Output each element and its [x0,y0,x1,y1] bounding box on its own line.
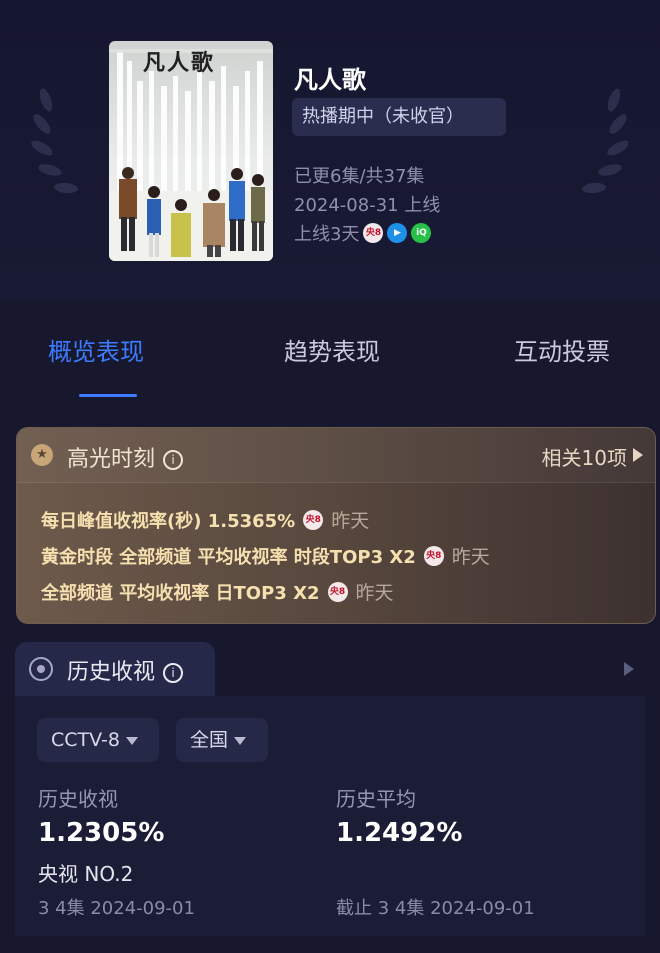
show-poster[interactable]: 凡人歌 [109,41,273,261]
episode-count: 已更6集/共37集 [294,166,425,187]
info-icon[interactable]: i [163,663,184,683]
highlight-item: 黄金时段 全部频道 平均收视率 时段TOP3 X2 央8 昨天 [41,542,490,569]
history-title-row: 历史收视 i [67,654,184,686]
caret-down-icon [125,736,138,745]
highlight-item-text: 每日峰值收视率(秒) 1.5365% [41,510,296,532]
history-average-value: 1.2492% [336,818,463,848]
iqiyi-icon[interactable]: iQ [411,223,432,243]
tab-overview[interactable]: 概览表现 [48,332,144,367]
cctv8-channel-icon[interactable]: 央8 [363,223,384,243]
star-badge-icon: ★ [31,444,53,466]
poster-title-art: 凡人歌 [143,50,216,76]
highlight-header: ★ 高光时刻 i 相关10项 [17,428,655,483]
highlight-title: 高光时刻 [67,447,156,472]
history-title: 历史收视 [67,660,156,685]
highlight-item-text: 全部频道 平均收视率 日TOP3 X2 [41,582,320,604]
history-rating-footnote: 3 4集 2024-09-01 [38,898,195,919]
play-arrow-icon[interactable] [633,448,643,462]
highlight-item: 每日峰值收视率(秒) 1.5365% 央8 昨天 [41,506,369,533]
cctv8-channel-icon: 央8 [303,509,324,530]
highlight-item: 全部频道 平均收视率 日TOP3 X2 央8 昨天 [41,578,394,605]
laurel-left-icon [31,88,78,194]
highlight-item-when: 昨天 [331,510,370,532]
highlight-title-row: 高光时刻 i [67,441,184,473]
tab-bar: 概览表现 趋势表现 互动投票 [0,300,660,400]
region-select-value: 全国 [190,729,229,751]
history-average-footnote: 截止 3 4集 2024-09-01 [336,898,535,919]
status-badge: 热播期中（未收官） [292,98,506,136]
highlight-item-when: 昨天 [355,582,394,604]
show-title: 凡人歌 [294,66,366,94]
cctv8-channel-icon: 央8 [327,581,348,602]
online-days: 上线3天 [294,224,360,245]
highlight-card: ★ 高光时刻 i 相关10项 每日峰值收视率(秒) 1.5365% 央8 昨天 黄… [16,427,656,624]
history-rank: 央视 NO.2 [38,862,134,886]
highlight-item-text: 黄金时段 全部频道 平均收视率 时段TOP3 X2 [41,546,416,568]
channel-select-value: CCTV-8 [51,729,120,751]
history-rating-label: 历史收视 [38,787,118,811]
film-reel-icon [29,657,53,681]
channel-select[interactable]: CCTV-8 [37,718,159,762]
laurel-right-icon [582,88,629,194]
premiere-date: 2024-08-31 上线 [294,195,441,216]
tab-trend[interactable]: 趋势表现 [284,332,380,367]
highlight-item-when: 昨天 [451,546,490,568]
show-header: 凡人歌 凡人歌 热播期中（未收官） 已更6集/共37集 2024-08-31 上… [0,0,660,300]
region-select[interactable]: 全国 [176,718,268,762]
history-more-arrow-icon[interactable] [624,662,634,676]
related-link[interactable]: 相关10项 [542,442,627,471]
cctv8-channel-icon: 央8 [423,545,444,566]
online-days-row: 上线3天 央8 ▶ iQ [294,220,432,246]
tab-vote[interactable]: 互动投票 [514,332,610,367]
history-average-label: 历史平均 [336,787,416,811]
history-rating-value: 1.2305% [38,818,165,848]
info-icon[interactable]: i [163,450,184,470]
active-tab-indicator [79,394,137,397]
history-header: 历史收视 i [15,642,215,696]
tencent-video-icon[interactable]: ▶ [387,223,408,243]
caret-down-icon [234,736,247,745]
